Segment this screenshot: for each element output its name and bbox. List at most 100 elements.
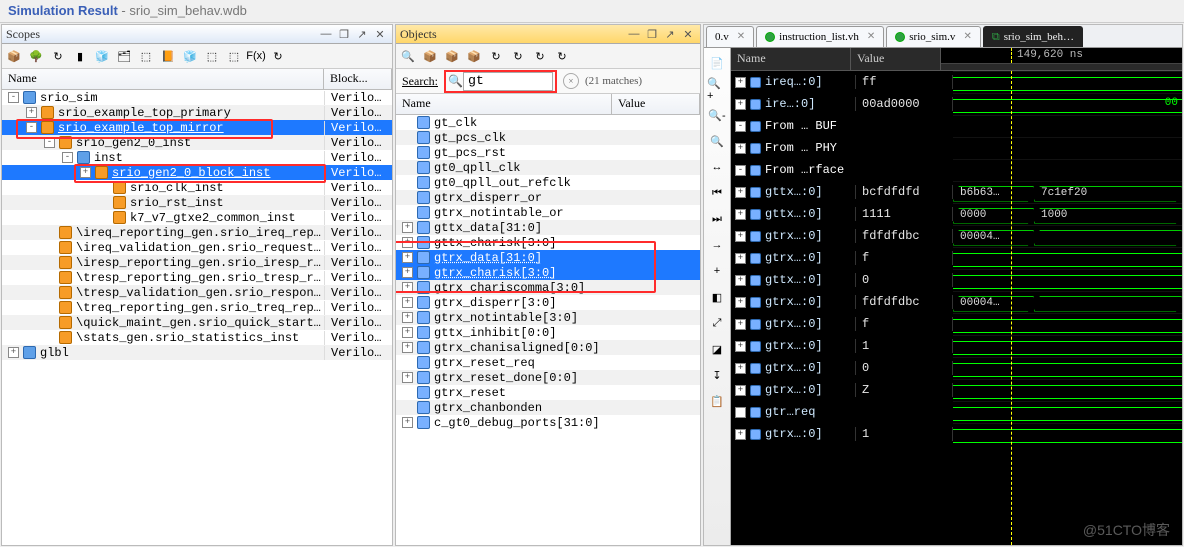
scope-row[interactable]: \ireq_reporting_gen.srio_ireq_rep…Verilo…: [2, 225, 392, 240]
scope-row[interactable]: +srio_gen2_0_block_instVerilo…: [2, 165, 392, 180]
object-row[interactable]: +gtrx_chariscomma[3:0]: [396, 280, 700, 295]
object-row[interactable]: gt0_qpll_clk: [396, 160, 700, 175]
object-row[interactable]: +c_gt0_debug_ports[31:0]: [396, 415, 700, 430]
scope-tool-8[interactable]: 🧊: [180, 46, 200, 66]
col-block[interactable]: Block...: [324, 69, 392, 89]
wave-row[interactable]: +gtrx…:0]Z: [731, 379, 1182, 401]
minimize-icon[interactable]: —: [318, 26, 334, 42]
object-row[interactable]: +gtrx_chanisaligned[0:0]: [396, 340, 700, 355]
scope-tool-10[interactable]: ⬚: [224, 46, 244, 66]
waveform[interactable]: [953, 137, 1182, 160]
scope-row[interactable]: -srio_example_top_mirrorVerilo…: [2, 120, 392, 135]
scope-row[interactable]: +glblVerilo…: [2, 345, 392, 360]
restore-icon[interactable]: ❐: [644, 26, 660, 42]
waveform[interactable]: 00: [953, 93, 1182, 116]
expand-icon[interactable]: +: [402, 342, 413, 353]
waveform[interactable]: [953, 423, 1182, 446]
expand-icon[interactable]: +: [735, 143, 746, 154]
scope-row[interactable]: \tresp_reporting_gen.srio_tresp_r…Verilo…: [2, 270, 392, 285]
expand-icon[interactable]: +: [735, 297, 746, 308]
expand-icon[interactable]: +: [735, 429, 746, 440]
object-row[interactable]: gt_pcs_rst: [396, 145, 700, 160]
waveform[interactable]: [953, 159, 1182, 182]
tab[interactable]: instruction_list.vh✕: [756, 26, 884, 47]
scope-tool-0[interactable]: 📦: [4, 46, 24, 66]
wave-row[interactable]: +gtrx…:0]1: [731, 335, 1182, 357]
expand-icon[interactable]: -: [8, 92, 19, 103]
wave-tool-1[interactable]: 🔍+: [706, 78, 728, 100]
expand-icon[interactable]: +: [402, 282, 413, 293]
search-input[interactable]: [463, 72, 553, 91]
waveform[interactable]: [953, 335, 1182, 358]
expand-icon[interactable]: -: [735, 165, 746, 176]
scope-tool-7[interactable]: 📙: [158, 46, 178, 66]
close-tab-icon[interactable]: ✕: [963, 27, 971, 47]
obj-tool-2[interactable]: 📦: [442, 46, 462, 66]
expand-icon[interactable]: +: [402, 252, 413, 263]
expand-icon[interactable]: -: [26, 122, 37, 133]
scope-row[interactable]: +srio_example_top_primaryVerilo…: [2, 105, 392, 120]
object-row[interactable]: gt_pcs_clk: [396, 130, 700, 145]
obj-tool-5[interactable]: ↻: [508, 46, 528, 66]
wave-tool-10[interactable]: ⤢: [706, 312, 728, 334]
expand-icon[interactable]: +: [735, 99, 746, 110]
scope-row[interactable]: -srio_gen2_0_instVerilo…: [2, 135, 392, 150]
col-value[interactable]: Value: [612, 94, 700, 114]
object-row[interactable]: gt0_qpll_out_refclk: [396, 175, 700, 190]
wave-tool-8[interactable]: +: [706, 260, 728, 282]
obj-tool-6[interactable]: ↻: [530, 46, 550, 66]
restore-icon[interactable]: ❐: [336, 26, 352, 42]
expand-icon[interactable]: -: [735, 121, 746, 132]
scope-row[interactable]: srio_rst_instVerilo…: [2, 195, 392, 210]
waveform[interactable]: [953, 313, 1182, 336]
object-row[interactable]: gtrx_reset: [396, 385, 700, 400]
waveform[interactable]: [953, 115, 1182, 138]
expand-icon[interactable]: +: [735, 231, 746, 242]
minimize-icon[interactable]: —: [626, 26, 642, 42]
wave-tool-12[interactable]: ↧: [706, 364, 728, 386]
scope-tool-11[interactable]: F(x): [246, 46, 266, 66]
col-value[interactable]: Value: [851, 48, 941, 70]
scope-row[interactable]: \quick_maint_gen.srio_quick_start…Verilo…: [2, 315, 392, 330]
scope-row[interactable]: \tresp_validation_gen.srio_respon…Verilo…: [2, 285, 392, 300]
tree-scopes[interactable]: -srio_simVerilo…+srio_example_top_primar…: [2, 90, 392, 545]
object-row[interactable]: +gtrx_data[31:0]: [396, 250, 700, 265]
scope-row[interactable]: \ireq_validation_gen.srio_request…Verilo…: [2, 240, 392, 255]
scope-row[interactable]: srio_clk_instVerilo…: [2, 180, 392, 195]
scope-tool-1[interactable]: 🌳: [26, 46, 46, 66]
expand-icon[interactable]: +: [402, 312, 413, 323]
waveform[interactable]: [953, 71, 1182, 94]
object-row[interactable]: gtrx_chanbonden: [396, 400, 700, 415]
expand-icon[interactable]: +: [402, 222, 413, 233]
scope-tool-2[interactable]: ↻: [48, 46, 68, 66]
object-row[interactable]: +gttx_inhibit[0:0]: [396, 325, 700, 340]
wave-tool-7[interactable]: →: [706, 234, 728, 256]
waveform[interactable]: 00004…: [953, 225, 1182, 248]
wave-row[interactable]: +ire…:0]00ad000000: [731, 93, 1182, 115]
expand-icon[interactable]: +: [402, 267, 413, 278]
object-row[interactable]: gt_clk: [396, 115, 700, 130]
wave-row[interactable]: +gtrx…:0]1: [731, 423, 1182, 445]
close-tab-icon[interactable]: ✕: [867, 27, 875, 47]
close-icon[interactable]: ✕: [372, 26, 388, 42]
wave-row[interactable]: +gtrx…:0]fdfdfdbc00004…: [731, 291, 1182, 313]
waveform[interactable]: b6b63…7c1ef20: [953, 181, 1182, 204]
close-tab-icon[interactable]: ✕: [737, 27, 745, 47]
scope-row[interactable]: k7_v7_gtxe2_common_instVerilo…: [2, 210, 392, 225]
wave-tool-2[interactable]: 🔍-: [706, 104, 728, 126]
wave-row[interactable]: +gttx…:0]111100001000: [731, 203, 1182, 225]
expand-icon[interactable]: +: [402, 327, 413, 338]
waveform[interactable]: [953, 269, 1182, 292]
expand-icon[interactable]: -: [62, 152, 73, 163]
wave-tool-11[interactable]: ◪: [706, 338, 728, 360]
object-row[interactable]: +gttx_data[31:0]: [396, 220, 700, 235]
waveform[interactable]: [953, 357, 1182, 380]
scope-tool-6[interactable]: ⬚: [136, 46, 156, 66]
object-row[interactable]: +gtrx_notintable[3:0]: [396, 310, 700, 325]
wave-row[interactable]: -From … BUF: [731, 115, 1182, 137]
popout-icon[interactable]: ↗: [354, 26, 370, 42]
tab[interactable]: srio_sim.v✕: [886, 26, 981, 47]
editor-tabs[interactable]: 0.v✕instruction_list.vh✕srio_sim.v✕⧉srio…: [704, 25, 1182, 48]
scope-row[interactable]: \iresp_reporting_gen.srio_iresp_r…Verilo…: [2, 255, 392, 270]
tab[interactable]: 0.v✕: [706, 26, 754, 47]
